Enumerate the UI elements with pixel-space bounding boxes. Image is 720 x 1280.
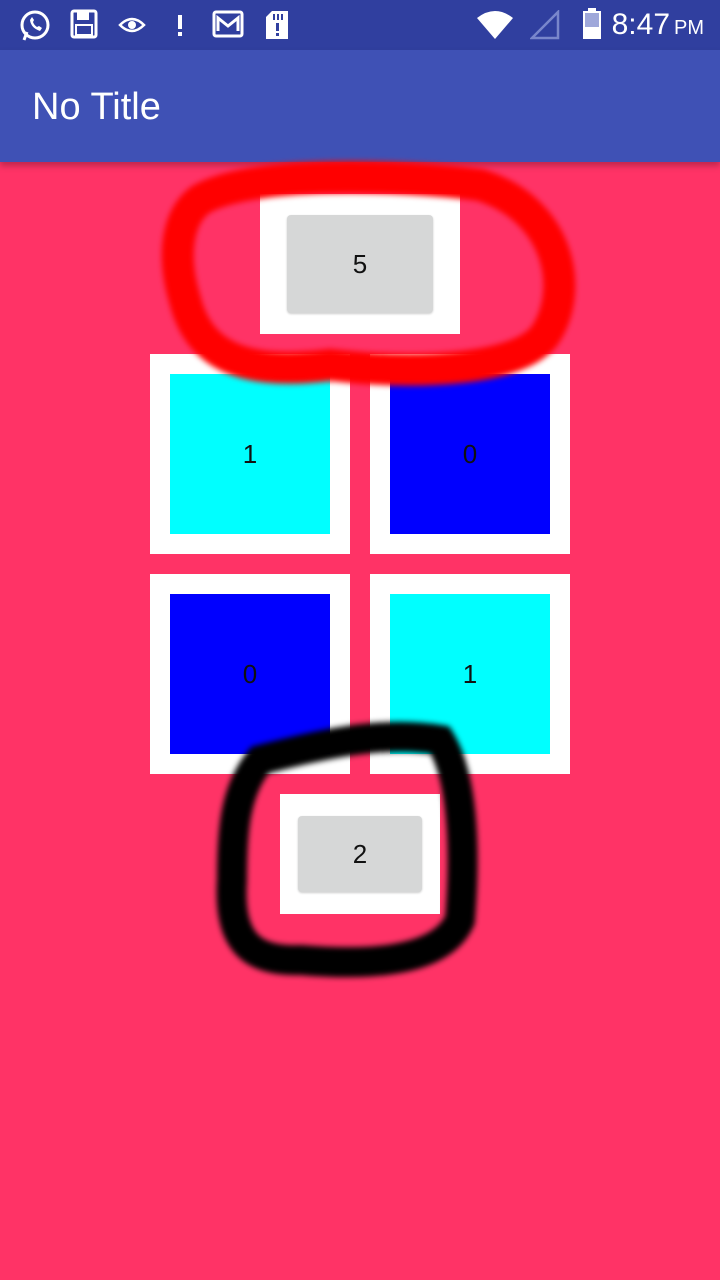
wifi-icon [476,10,514,45]
grid-tile[interactable]: 1 [170,374,330,534]
grid-tile[interactable]: 1 [390,594,550,754]
grid-cell-2: 0 [370,354,570,554]
signal-icon [528,8,560,45]
status-time-value: 8:47 [611,8,670,41]
grid-tile[interactable]: 0 [170,594,330,754]
bottom-button[interactable]: 2 [298,816,422,892]
status-time: 8:47 PM [612,8,704,42]
save-icon [70,9,98,44]
alert-icon [174,9,186,44]
grid-cell-4: 1 [370,574,570,774]
annotation-overlay [161,161,576,978]
battery-icon [582,8,602,45]
top-button[interactable]: 5 [287,215,433,313]
top-button-frame: 5 [260,194,460,334]
grid-cell-3: 0 [150,574,350,774]
whatsapp-icon [18,9,52,48]
gmail-icon [212,9,244,44]
grid-tile[interactable]: 0 [390,374,550,534]
bottom-button-frame: 2 [280,794,440,914]
app-bar: No Title [0,50,720,162]
grid-cell-1: 1 [150,354,350,554]
status-time-ampm: PM [674,17,704,39]
page-title: No Title [32,86,161,128]
status-bar: 8:47 PM [0,0,720,50]
sd-card-icon [264,9,290,46]
eye-icon [118,14,146,41]
